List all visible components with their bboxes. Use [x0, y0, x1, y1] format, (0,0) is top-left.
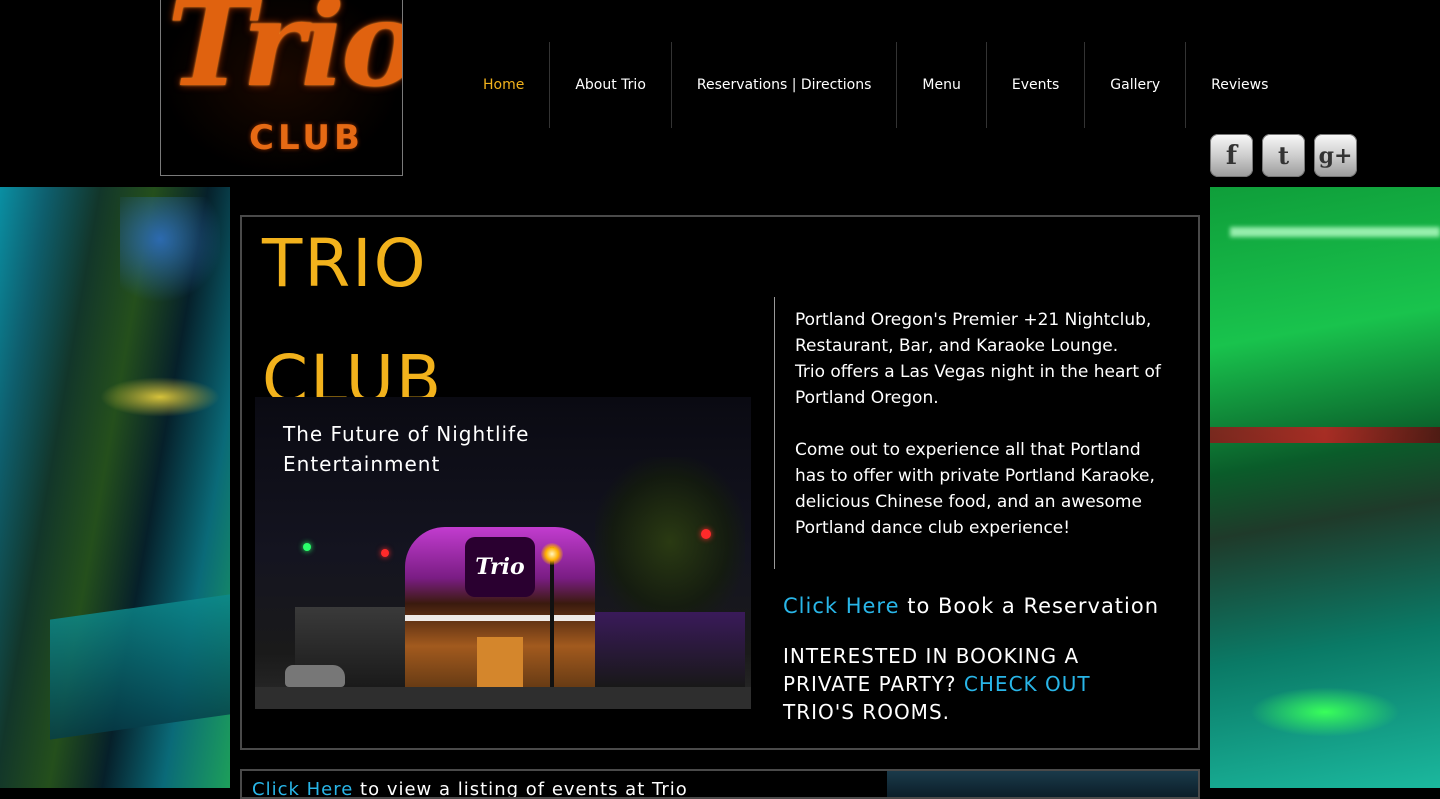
nav-menu[interactable]: Menu [896, 42, 985, 128]
table-shape [50, 594, 230, 740]
nav-reservations-directions[interactable]: Reservations | Directions [670, 42, 897, 128]
desc-line: has to offer with private Portland Karao… [795, 466, 1155, 486]
events-cta: Click Here to view a listing of events a… [252, 779, 688, 799]
club-exterior-photo: Trio The Future of Nightlife Entertainme… [255, 397, 751, 709]
background-photo-left [0, 187, 230, 788]
nav-home[interactable]: Home [458, 42, 549, 128]
balloons-shape [120, 197, 220, 337]
street-lamp [550, 547, 554, 687]
book-reservation-link[interactable]: Click Here [783, 594, 900, 618]
private-party-rest: Trio's rooms. [783, 700, 950, 724]
events-photo [887, 771, 1198, 797]
red-strip-shape [1210, 427, 1440, 443]
club-description: Portland Oregon's Premier +21 Nightclub,… [795, 307, 1175, 541]
tagline-line-1: The Future of Nightlife [283, 422, 530, 446]
events-panel: Click Here to view a listing of events a… [240, 769, 1200, 799]
traffic-light-red [701, 529, 711, 539]
background-photo-right [1210, 187, 1440, 788]
tree-shape [595, 457, 745, 627]
page-title-trio: TRIO [262, 225, 428, 302]
desc-line: Come out to experience all that Portland [795, 440, 1141, 460]
intro-panel: TRIO CLUB Trio The Future of Nightlife E… [240, 215, 1200, 750]
nav-events[interactable]: Events [985, 42, 1084, 128]
google-plus-icon[interactable]: g+ [1314, 134, 1357, 177]
desc-line: Restaurant, Bar, and Karaoke Lounge. [795, 336, 1119, 356]
twitter-icon[interactable]: t [1262, 134, 1305, 177]
nav-gallery[interactable]: Gallery [1084, 42, 1185, 128]
vertical-divider [774, 297, 775, 569]
check-out-link[interactable]: Check out [964, 672, 1091, 696]
building-sign: Trio [465, 537, 535, 597]
road-shape [255, 687, 751, 709]
building-wing-right [595, 612, 745, 687]
nav-reviews[interactable]: Reviews [1185, 42, 1293, 128]
private-party-cta: Interested in booking a private party? C… [783, 642, 1123, 726]
traffic-light-red-2 [381, 549, 389, 557]
tagline: The Future of Nightlife Entertainment [283, 419, 529, 479]
bar-glow-shape [1230, 227, 1440, 237]
social-links: f t g+ [1210, 134, 1357, 177]
desc-line: Portland dance club experience! [795, 518, 1071, 538]
book-reservation-text: to Book a Reservation [899, 594, 1160, 618]
traffic-light-green [303, 543, 311, 551]
building-light-strip [405, 615, 595, 621]
logo-script-text: Trio [167, 0, 403, 113]
car-shape [285, 665, 345, 687]
logo-club-text: CLUB [249, 118, 364, 158]
facebook-icon[interactable]: f [1210, 134, 1253, 177]
events-link[interactable]: Click Here [252, 779, 353, 797]
tagline-line-2: Entertainment [283, 452, 441, 476]
events-text: to view a listing of events at Trio [353, 779, 688, 799]
desc-line: Portland Oregon's Premier +21 Nightclub, [795, 310, 1152, 330]
nav-about-trio[interactable]: About Trio [549, 42, 671, 128]
club-building: Trio [405, 527, 595, 697]
lamp-glow-shape [100, 377, 220, 417]
street-lamp-glow [541, 543, 563, 565]
desc-line: Trio offers a Las Vegas night in the hea… [795, 362, 1161, 382]
site-header: Trio CLUB Home About Trio Reservations |… [0, 0, 1440, 187]
main-nav: Home About Trio Reservations | Direction… [458, 42, 1293, 128]
desc-line: delicious Chinese food, and an awesome [795, 492, 1142, 512]
book-reservation: Click Here to Book a Reservation [783, 594, 1159, 618]
floor-glow-shape [1250, 687, 1400, 737]
desc-line: Portland Oregon. [795, 388, 939, 408]
trio-club-logo[interactable]: Trio CLUB [160, 0, 403, 176]
